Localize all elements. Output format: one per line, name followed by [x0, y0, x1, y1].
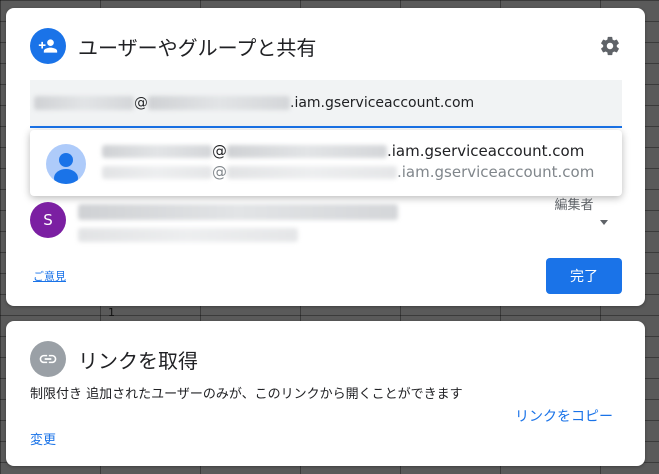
- share-dialog: ユーザーやグループと共有 @ .iam.gserviceaccount.com …: [6, 8, 645, 306]
- done-button[interactable]: 完了: [546, 258, 622, 294]
- redacted-name: [102, 165, 212, 179]
- redacted-project: [227, 165, 397, 179]
- link-icon: [30, 341, 66, 377]
- get-link-title: リンクを取得: [78, 349, 198, 373]
- default-avatar-icon: [46, 144, 86, 184]
- suggestion-domain: .iam.gserviceaccount.com: [397, 163, 595, 181]
- share-dialog-title: ユーザーやグループと共有: [78, 36, 317, 60]
- row-number: 1: [108, 306, 115, 319]
- link-access-description: 制限付き 追加されたユーザーのみが、このリンクから開くことができます: [30, 387, 463, 402]
- email-domain: .iam.gserviceaccount.com: [290, 95, 475, 111]
- person-avatar: S: [30, 202, 66, 238]
- gear-icon[interactable]: [599, 35, 621, 57]
- suggestion-email: @ .iam.gserviceaccount.com: [102, 163, 594, 181]
- role-selector[interactable]: 編集者: [554, 194, 594, 218]
- suggestion-at: @: [212, 163, 227, 181]
- suggestion-name: @ .iam.gserviceaccount.com: [102, 142, 584, 160]
- caret-down-icon[interactable]: [600, 220, 608, 225]
- redacted-person-name: [78, 204, 398, 220]
- email-at: @: [134, 95, 148, 111]
- redacted-project: [227, 144, 387, 158]
- suggestion-domain: .iam.gserviceaccount.com: [387, 142, 585, 160]
- get-link-dialog: リンクを取得 制限付き 追加されたユーザーのみが、このリンクから開くことができま…: [6, 321, 645, 466]
- email-input[interactable]: @ .iam.gserviceaccount.com: [30, 80, 622, 128]
- copy-link-button[interactable]: リンクをコピー: [515, 406, 613, 426]
- redacted-person-email: [78, 228, 298, 242]
- redacted-username: [34, 96, 134, 110]
- redacted-project: [148, 96, 290, 110]
- add-person-icon: [30, 28, 66, 64]
- suggestion-dropdown[interactable]: @ .iam.gserviceaccount.com @ .iam.gservi…: [30, 130, 622, 196]
- feedback-link[interactable]: ご意見: [33, 268, 66, 284]
- redacted-name: [102, 144, 212, 158]
- suggestion-at: @: [212, 142, 227, 160]
- change-link[interactable]: 変更: [30, 429, 56, 448]
